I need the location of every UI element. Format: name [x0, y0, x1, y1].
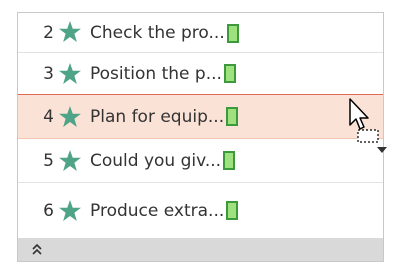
drag-cursor-icon: [348, 97, 382, 151]
item-number: 3: [43, 63, 54, 84]
timing-bar[interactable]: [223, 64, 236, 83]
item-label: Plan for equip...: [90, 106, 225, 127]
animation-item-2[interactable]: 2 Check the pro...: [18, 13, 383, 53]
double-chevron-up-icon[interactable]: [32, 240, 42, 259]
timing-bar[interactable]: [223, 151, 236, 170]
timing-bar[interactable]: [226, 201, 239, 220]
animation-item-6[interactable]: 6 Produce extra...: [18, 183, 383, 238]
animation-item-4[interactable]: 4 Plan for equip...: [18, 95, 383, 139]
item-number: 4: [43, 106, 54, 127]
collapse-bar[interactable]: [18, 238, 383, 261]
item-label: Produce extra...: [90, 200, 225, 221]
animation-pane: 2 Check the pro... 3 Position the p... 4…: [17, 12, 387, 262]
item-label: Position the p...: [90, 63, 222, 84]
item-number: 2: [43, 23, 54, 43]
item-number: 5: [43, 150, 54, 171]
timing-bar[interactable]: [226, 107, 239, 126]
timing-bar[interactable]: [226, 24, 239, 43]
star-icon: [56, 105, 84, 129]
item-label: Could you giv...: [90, 150, 222, 171]
animation-item-5[interactable]: 5 Could you giv...: [18, 139, 383, 183]
item-label: Check the pro...: [90, 23, 225, 43]
item-number: 6: [43, 200, 54, 221]
animation-item-3[interactable]: 3 Position the p...: [18, 53, 383, 95]
star-icon: [56, 19, 84, 43]
star-icon: [56, 62, 84, 86]
star-icon: [56, 199, 84, 223]
star-icon: [56, 149, 84, 173]
